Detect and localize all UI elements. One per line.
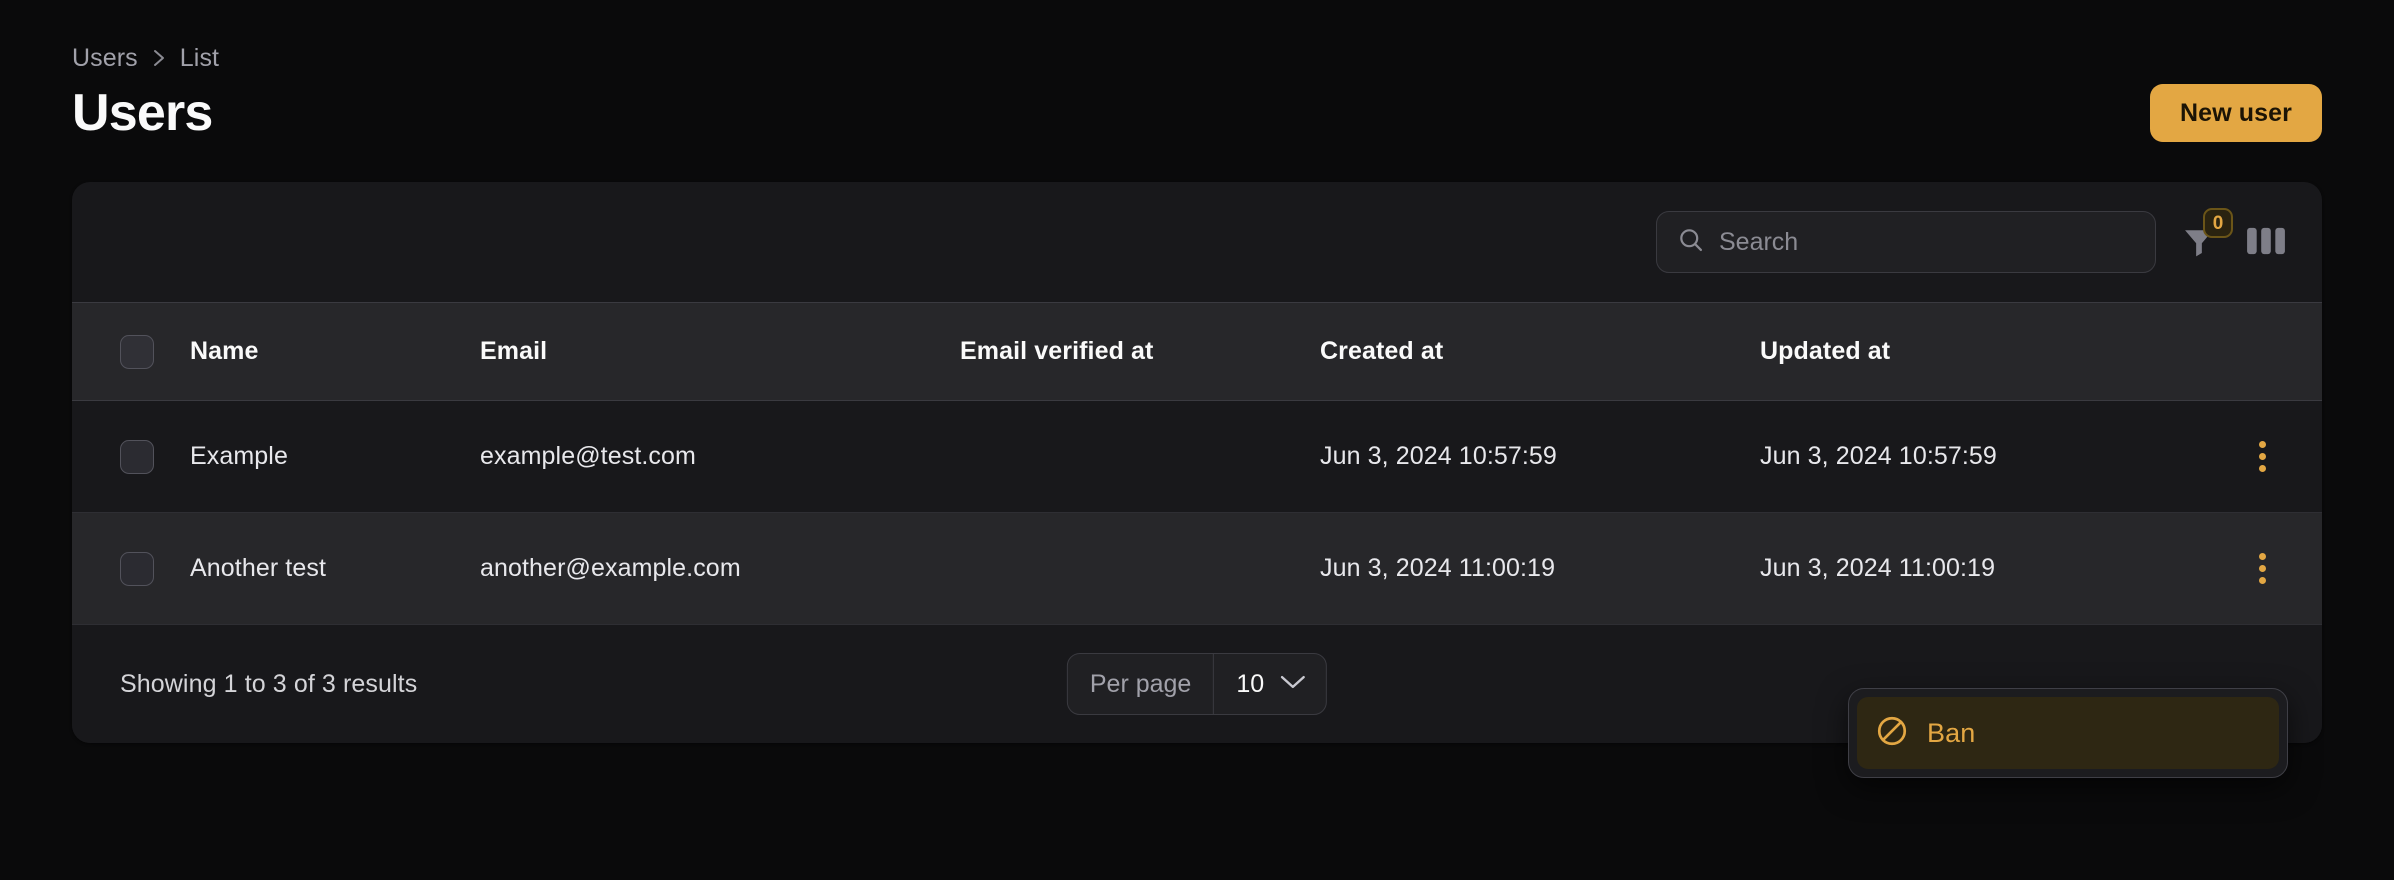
page-header: Users New user — [72, 82, 2322, 144]
cell-name: Another test — [190, 512, 480, 625]
breadcrumb-item-list[interactable]: List — [180, 45, 219, 71]
dot-icon — [2258, 565, 2266, 572]
row-actions-button[interactable] — [2237, 544, 2287, 594]
breadcrumb-item-users[interactable]: Users — [72, 45, 138, 71]
select-all-checkbox[interactable] — [120, 334, 154, 369]
dot-icon — [2258, 465, 2266, 472]
search-icon — [1677, 226, 1705, 259]
row-actions-dropdown: Ban — [1848, 688, 2288, 778]
cell-name: Example — [190, 400, 480, 513]
cell-created-at: Jun 3, 2024 10:57:59 — [1320, 400, 1760, 513]
users-list-page: Users List Users New user Search 0 Name … — [0, 0, 2394, 880]
row-select-cell — [72, 400, 190, 513]
row-select-cell — [72, 512, 190, 625]
dot-icon — [2258, 453, 2266, 460]
cell-email-verified-at — [960, 400, 1320, 513]
search-input[interactable] — [1719, 227, 2135, 257]
column-header-created-at[interactable]: Created at — [1320, 302, 1760, 401]
row-actions-button[interactable] — [2237, 432, 2287, 482]
column-header-email-verified-at[interactable]: Email verified at — [960, 302, 1320, 401]
page-title: Users — [72, 84, 213, 142]
cell-created-at: Jun 3, 2024 11:00:19 — [1320, 512, 1760, 625]
table-head: Name Email Email verified at Created at … — [72, 302, 2322, 401]
cell-email: another@example.com — [480, 512, 960, 625]
row-checkbox[interactable] — [120, 439, 154, 474]
per-page-label: Per page — [1068, 654, 1215, 714]
table-row[interactable]: Another test another@example.com Jun 3, … — [72, 512, 2322, 625]
chevron-right-icon — [152, 49, 166, 67]
table-body: Example example@test.com Jun 3, 2024 10:… — [72, 400, 2322, 625]
ban-icon — [1875, 714, 1909, 753]
columns-icon — [2247, 225, 2285, 260]
column-header-updated-at[interactable]: Updated at — [1760, 302, 2202, 401]
filter-button[interactable]: 0 — [2178, 208, 2233, 263]
search-field[interactable] — [1656, 211, 2156, 273]
breadcrumb: Users List — [72, 0, 2322, 70]
dropdown-item-ban[interactable]: Ban — [1857, 697, 2279, 769]
table-header-row: Name Email Email verified at Created at … — [72, 302, 2322, 401]
cell-updated-at: Jun 3, 2024 10:57:59 — [1760, 400, 2202, 513]
results-summary: Showing 1 to 3 of 3 results — [120, 669, 418, 698]
table-toolbar: 0 — [72, 182, 2322, 302]
column-header-select — [72, 302, 190, 401]
dot-icon — [2258, 577, 2266, 584]
cell-updated-at: Jun 3, 2024 11:00:19 — [1760, 512, 2202, 625]
chevron-down-icon — [1280, 674, 1306, 695]
dot-icon — [2258, 441, 2266, 448]
row-checkbox[interactable] — [120, 551, 154, 586]
dot-icon — [2258, 553, 2266, 560]
users-table-card: 0 — [72, 182, 2322, 743]
toggle-columns-button[interactable] — [2246, 222, 2286, 262]
per-page-dropdown[interactable]: 10 — [1214, 654, 1326, 714]
column-header-email[interactable]: Email — [480, 302, 960, 401]
cell-actions — [2202, 512, 2322, 625]
users-table: Name Email Email verified at Created at … — [72, 302, 2322, 625]
per-page-selector[interactable]: Per page 10 — [1066, 653, 1328, 715]
new-user-button[interactable]: New user — [2150, 84, 2322, 142]
column-header-actions — [2202, 302, 2322, 401]
table-row[interactable]: Example example@test.com Jun 3, 2024 10:… — [72, 400, 2322, 513]
cell-actions — [2202, 400, 2322, 513]
filter-count-badge: 0 — [2203, 208, 2233, 238]
cell-email-verified-at — [960, 512, 1320, 625]
column-header-name[interactable]: Name — [190, 302, 480, 401]
dropdown-item-label: Ban — [1927, 717, 1976, 748]
per-page-value: 10 — [1236, 669, 1265, 698]
cell-email: example@test.com — [480, 400, 960, 513]
